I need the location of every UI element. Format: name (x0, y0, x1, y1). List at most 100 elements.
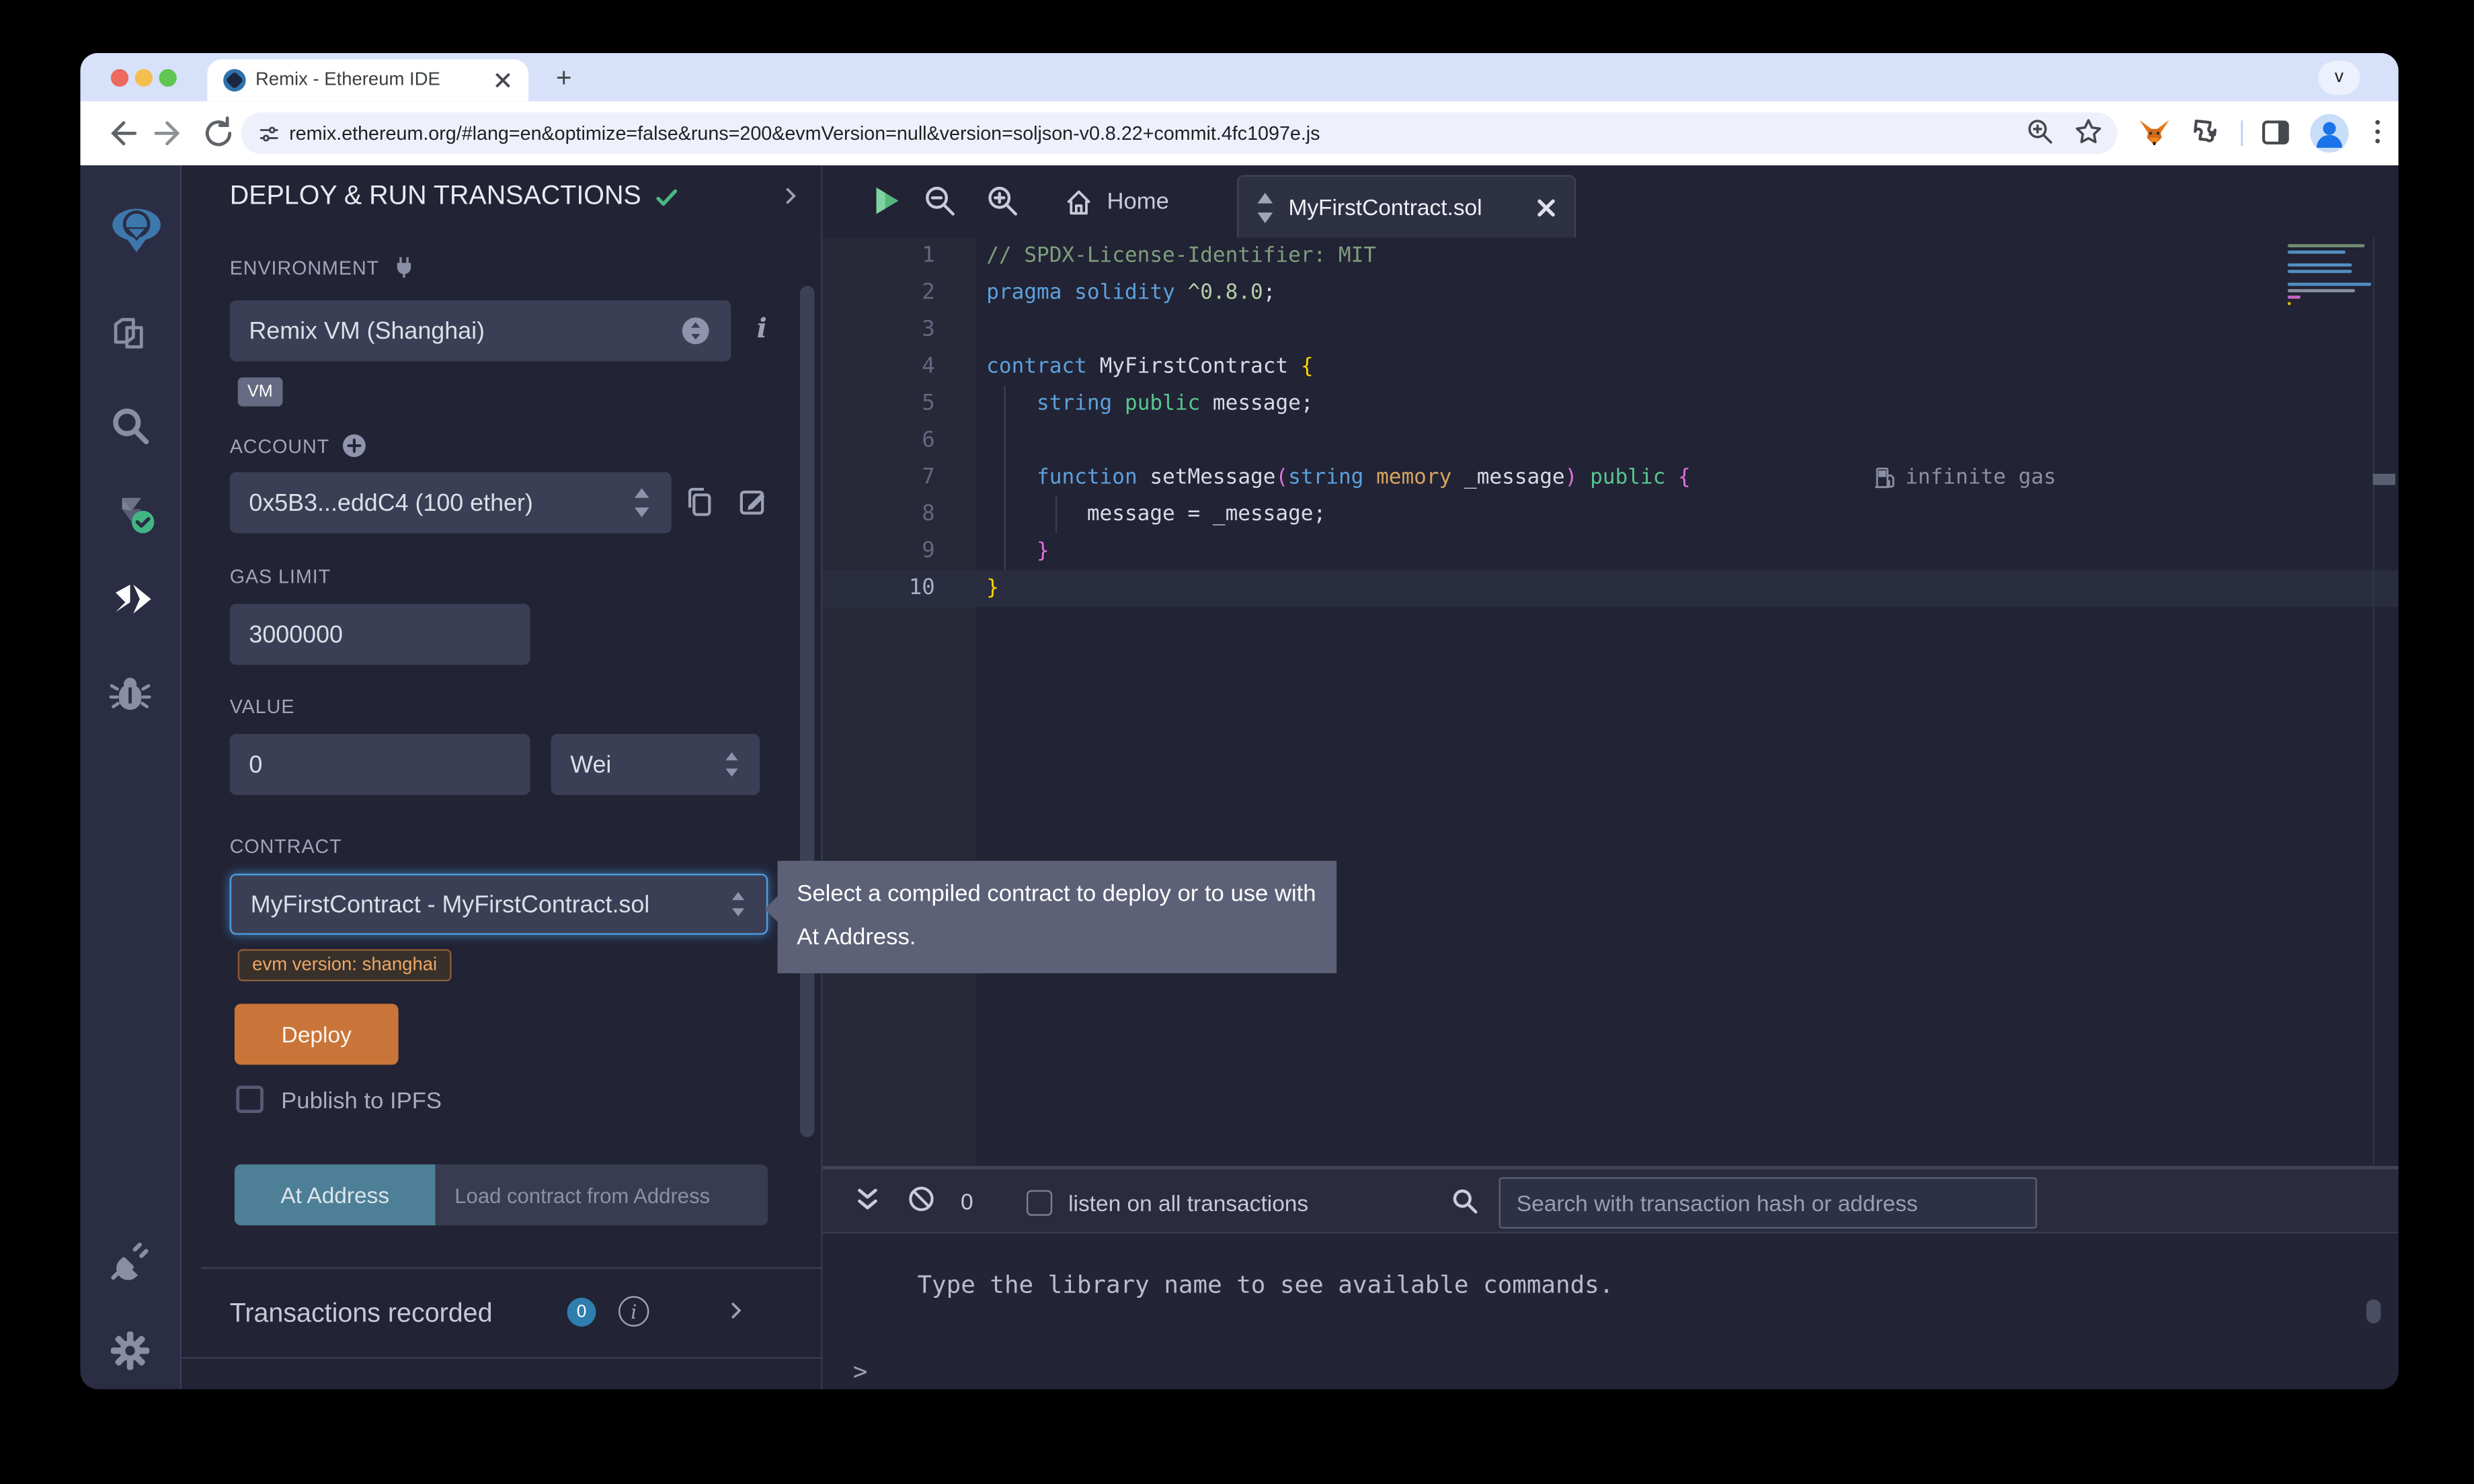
transactions-count-badge: 0 (567, 1298, 596, 1327)
transactions-expand-chevron[interactable] (725, 1299, 747, 1321)
file-tab-label: MyFirstContract.sol (1288, 194, 1482, 220)
debugger-icon[interactable] (108, 669, 156, 718)
gas-limit-input[interactable] (249, 621, 511, 649)
environment-value: Remix VM (Shanghai) (249, 317, 485, 345)
tab-search-button[interactable]: v (2318, 61, 2360, 95)
back-button[interactable] (104, 114, 143, 153)
bookmark-star-icon[interactable] (2073, 116, 2108, 151)
solidity-compiler-icon[interactable] (108, 490, 156, 538)
code-line[interactable]: 9 } (822, 533, 2398, 570)
value-unit-select[interactable]: Wei (551, 734, 760, 795)
value-label-text: VALUE (230, 696, 295, 718)
listen-transactions-checkbox[interactable] (1027, 1190, 1052, 1216)
forward-button[interactable] (148, 114, 186, 153)
url-bar[interactable]: remix.ethereum.org/#lang=en&optimize=fal… (241, 112, 2117, 154)
file-explorer-icon[interactable] (108, 313, 156, 362)
profile-avatar[interactable] (2310, 114, 2348, 153)
environment-stepper-icon[interactable] (680, 315, 712, 347)
line-number: 3 (822, 312, 934, 349)
search-icon[interactable] (108, 403, 156, 452)
code-line[interactable]: 5 string public message; (822, 386, 2398, 423)
code-line[interactable]: 1// SPDX-License-Identifier: MIT (822, 238, 2398, 275)
terminal-expand-icon[interactable] (851, 1184, 887, 1219)
window-close-button[interactable] (111, 69, 128, 87)
code-line[interactable]: 6 (822, 422, 2398, 459)
code-line[interactable]: 10} (822, 570, 2398, 607)
editor-scrollbar-thumb[interactable] (2372, 474, 2395, 485)
line-number: 1 (822, 238, 934, 275)
editor-zoom-in-icon[interactable] (985, 183, 1023, 221)
terminal-search-field[interactable] (1499, 1178, 2038, 1229)
side-panel-icon[interactable] (2259, 116, 2295, 151)
at-address-button[interactable]: At Address (235, 1164, 436, 1225)
plug-icon[interactable] (391, 254, 418, 282)
code-line[interactable]: 2pragma solidity ^0.8.0; (822, 275, 2398, 312)
copy-account-icon[interactable] (683, 485, 717, 519)
compile-success-check-icon (654, 184, 680, 210)
tab-home[interactable]: Home (1064, 178, 1169, 226)
code-editor[interactable]: 1// SPDX-License-Identifier: MIT2pragma … (822, 238, 2398, 1166)
line-number: 6 (822, 422, 934, 459)
tab-title: Remix - Ethereum IDE (255, 71, 440, 90)
value-label: VALUE (230, 696, 295, 718)
line-number: 5 (822, 386, 934, 423)
reload-button[interactable] (199, 114, 237, 153)
editor-minimap[interactable] (2288, 244, 2373, 308)
transactions-info-icon[interactable]: i (618, 1296, 649, 1326)
tab-file-myfirstcontract[interactable]: MyFirstContract.sol (1237, 175, 1576, 237)
deploy-run-icon[interactable] (108, 580, 156, 628)
value-field[interactable] (230, 734, 530, 795)
edit-account-icon[interactable] (735, 485, 769, 519)
window-minimize-button[interactable] (135, 69, 153, 87)
editor-zoom-out-icon[interactable] (922, 183, 961, 221)
deploy-button[interactable]: Deploy (235, 1004, 399, 1065)
terminal-message: Type the library name to see available c… (917, 1270, 1613, 1299)
add-account-icon[interactable] (341, 432, 368, 460)
panel-expand-chevron[interactable] (779, 185, 801, 207)
terminal-search-input[interactable] (1517, 1190, 2020, 1216)
code-line[interactable]: 4contract MyFirstContract { (822, 349, 2398, 386)
panel-scrollbar[interactable] (800, 286, 815, 1137)
file-tab-close-icon[interactable] (1534, 195, 1558, 219)
run-script-play-button[interactable] (867, 183, 906, 221)
plugin-manager-icon[interactable] (108, 1238, 156, 1286)
account-stepper-icon[interactable] (631, 485, 652, 521)
terminal-body[interactable]: Type the library name to see available c… (822, 1235, 2398, 1389)
value-input[interactable] (249, 751, 511, 778)
environment-select[interactable]: Remix VM (Shanghai) (230, 300, 731, 362)
publish-ipfs-checkbox[interactable] (236, 1085, 264, 1113)
code-line[interactable]: 3 (822, 312, 2398, 349)
terminal-search-icon (1449, 1186, 1484, 1221)
remix-logo[interactable] (108, 201, 156, 249)
zoom-page-icon[interactable] (2024, 116, 2060, 151)
window-zoom-button[interactable] (159, 69, 177, 87)
browser-menu-button[interactable] (2362, 116, 2397, 151)
indent-guide (1004, 386, 1006, 571)
clear-console-icon[interactable] (906, 1184, 942, 1219)
listen-transactions-label: listen on all transactions (1068, 1190, 1308, 1216)
unit-stepper-icon[interactable] (723, 749, 740, 781)
settings-gear-icon[interactable] (108, 1328, 156, 1376)
panel-divider (201, 1267, 823, 1268)
at-address-input[interactable] (454, 1183, 748, 1207)
code-line[interactable]: 8 message = _message; (822, 496, 2398, 533)
url-text[interactable]: remix.ethereum.org/#lang=en&optimize=fal… (289, 122, 1320, 145)
code-line[interactable]: 7 function setMessage(string memory _mes… (822, 459, 2398, 496)
at-address-field[interactable] (436, 1164, 768, 1225)
metamask-icon[interactable] (2137, 116, 2172, 151)
terminal-scrollbar-thumb[interactable] (2366, 1299, 2381, 1323)
gas-limit-field[interactable] (230, 604, 530, 665)
line-number: 8 (822, 496, 934, 533)
site-info-icon[interactable] (257, 122, 281, 147)
contract-select[interactable]: MyFirstContract - MyFirstContract.sol (230, 874, 768, 935)
account-select[interactable]: 0x5B3...eddC4 (100 ether) (230, 472, 672, 534)
browser-tab[interactable]: Remix - Ethereum IDE (207, 59, 528, 101)
extensions-icon[interactable] (2188, 116, 2224, 151)
indent-guide (1055, 496, 1057, 533)
browser-window: Remix - Ethereum IDE + v (80, 53, 2398, 1389)
contract-stepper-icon[interactable] (729, 888, 747, 920)
tab-close-icon[interactable] (490, 67, 516, 93)
account-label: ACCOUNT (230, 432, 368, 460)
new-tab-button[interactable]: + (543, 59, 585, 101)
environment-info-icon[interactable]: i (757, 313, 767, 345)
